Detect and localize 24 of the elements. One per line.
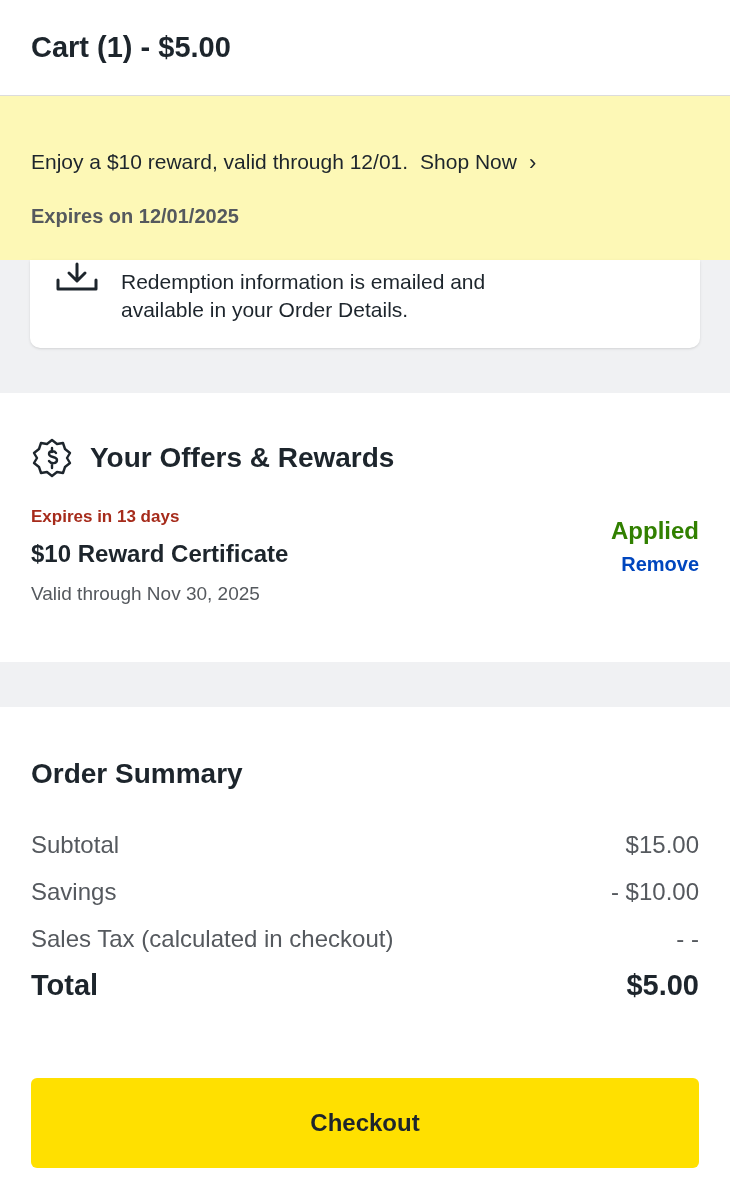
checkout-button[interactable]: Checkout	[31, 1078, 699, 1168]
redemption-info: Redemption information is emailed and available in your Order Details.	[121, 269, 487, 323]
remove-link[interactable]: Remove	[621, 549, 699, 579]
promo-expiry: Expires on 12/01/2025	[31, 203, 239, 229]
dollar-badge-icon	[31, 437, 73, 479]
shop-now-link[interactable]: Shop Now ›	[420, 145, 537, 179]
download-icon	[55, 262, 99, 292]
summary-value: $5.00	[626, 968, 699, 1004]
summary-value: - $10.00	[610, 876, 699, 907]
order-summary-title: Order Summary	[31, 757, 244, 791]
reward-validity: Valid through Nov 30, 2025	[31, 581, 261, 606]
summary-label: Subtotal	[31, 829, 120, 860]
summary-label: Savings	[31, 876, 117, 907]
applied-status: Applied	[611, 516, 699, 546]
reward-name: $10 Reward Certificate	[31, 538, 289, 569]
promo-message: Enjoy a $10 reward, valid through 12/01.	[31, 149, 409, 176]
offers-title: Your Offers & Rewards	[90, 441, 395, 475]
summary-value: - -	[676, 923, 699, 954]
summary-label: Total	[31, 968, 99, 1004]
chevron-icon: ›	[528, 145, 537, 179]
summary-label: Sales Tax (calculated in checkout)	[31, 923, 394, 954]
cart-title: Cart (1) - $5.00	[31, 29, 231, 65]
expiry-notice: Expires in 13 days	[31, 506, 181, 528]
summary-value: $15.00	[625, 829, 699, 860]
